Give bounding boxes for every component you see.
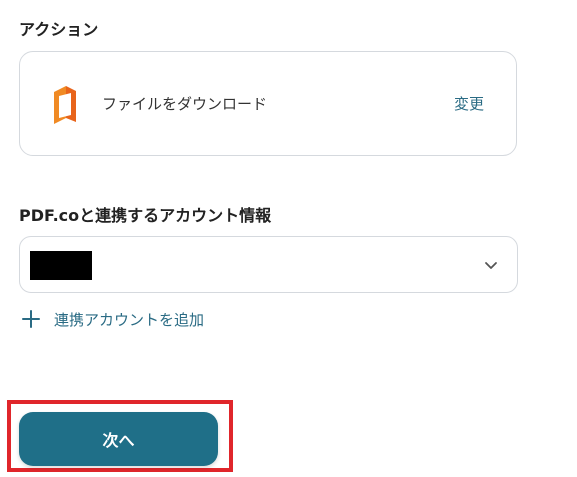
add-account-label: 連携アカウントを追加 xyxy=(54,310,205,329)
account-select[interactable] xyxy=(19,236,518,293)
office-document-icon xyxy=(54,86,76,124)
redacted-account-value xyxy=(30,251,92,280)
add-account-link[interactable]: 連携アカウントを追加 xyxy=(22,307,204,331)
action-section-title: アクション xyxy=(19,20,99,39)
chevron-down-icon xyxy=(485,262,497,269)
account-section-title: PDF.coと連携するアカウント情報 xyxy=(19,206,272,225)
change-action-link[interactable]: 変更 xyxy=(454,93,484,114)
page: アクション ファイルをダウンロード 変更 PDF.coと連携するアカウント情報 … xyxy=(0,0,577,477)
action-label: ファイルをダウンロード xyxy=(102,95,268,113)
plus-icon xyxy=(22,310,40,328)
next-button[interactable]: 次へ xyxy=(19,412,218,466)
action-card: ファイルをダウンロード 変更 xyxy=(19,51,517,156)
